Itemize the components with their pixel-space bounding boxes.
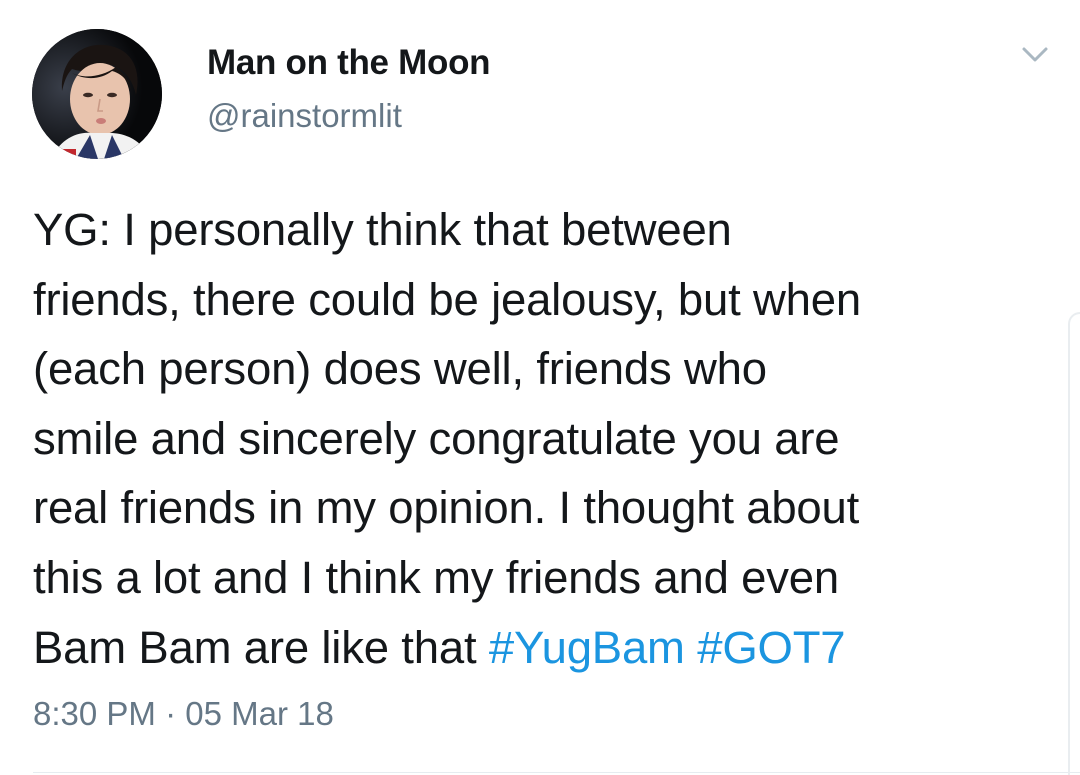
tweet-text-line: YG: I personally think that between	[33, 204, 732, 255]
tweet-text-line: this a lot and I think my friends and ev…	[33, 551, 840, 603]
bottom-divider	[33, 772, 1080, 773]
tweet-text-line: (each person) does well, friends who	[33, 343, 767, 395]
avatar-photo	[32, 29, 162, 159]
tweet-time: 8:30 PM	[33, 695, 156, 732]
tweet-text: YG: I personally think that between frie…	[33, 195, 1053, 682]
author-avatar[interactable]	[32, 29, 162, 159]
hashtag-link-got7[interactable]: #GOT7	[697, 622, 845, 673]
scrollbar-edge	[1068, 312, 1080, 775]
chevron-down-icon[interactable]	[1010, 38, 1060, 74]
tweet-text-line: smile and sincerely congratulate you are	[33, 412, 840, 464]
author-handle[interactable]: @rainstormlit	[207, 97, 402, 135]
hashtag-link-yugbam[interactable]: #YugBam	[489, 622, 685, 673]
tweet-card: Man on the Moon @rainstormlit YG: I pers…	[0, 0, 1080, 775]
author-display-name[interactable]: Man on the Moon	[207, 43, 491, 83]
tweet-text-line: Bam Bam are like that	[33, 621, 489, 673]
meta-separator: ·	[155, 695, 186, 732]
tweet-timestamp[interactable]: 8:30 PM · 05 Mar 18	[33, 695, 334, 733]
tweet-text-last-line: Bam Bam are like that #YugBam #GOT7	[33, 613, 1053, 683]
tweet-text-line: friends, there could be jealousy, but wh…	[33, 273, 861, 325]
tweet-text-line: real friends in my opinion. I thought ab…	[33, 482, 860, 534]
tweet-date: 05 Mar 18	[185, 695, 334, 732]
